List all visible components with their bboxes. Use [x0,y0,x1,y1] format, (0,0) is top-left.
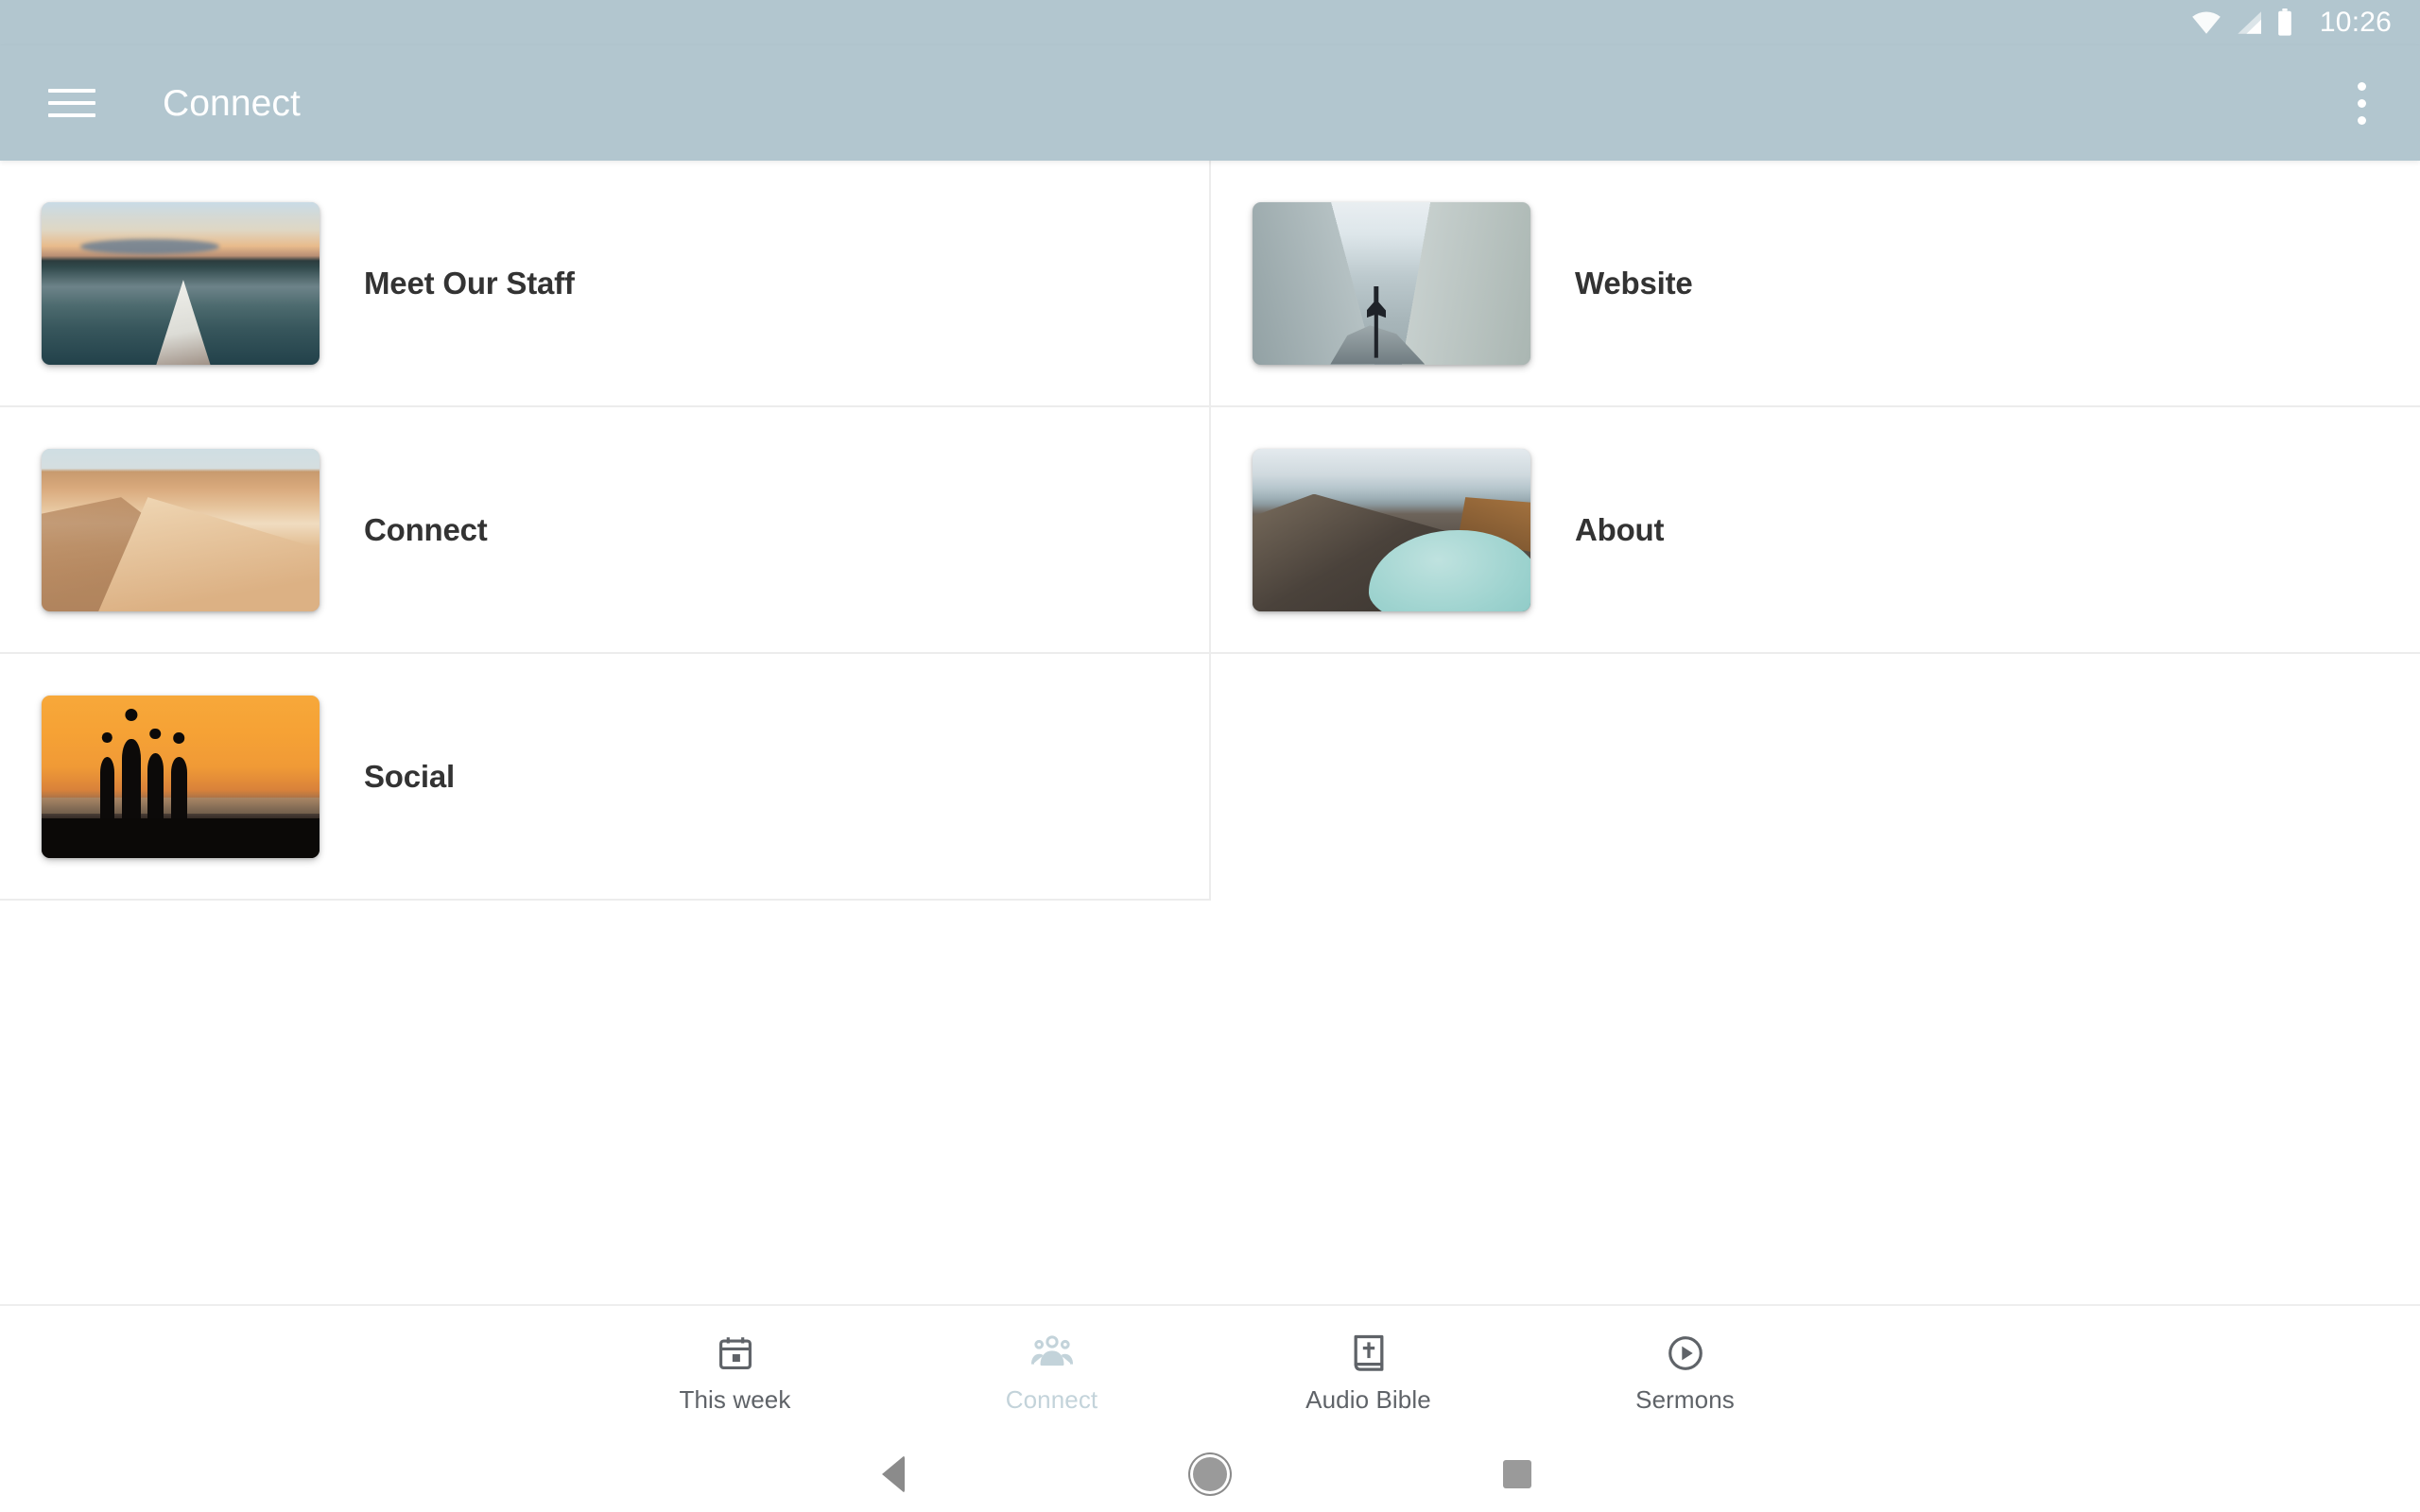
back-triangle-icon[interactable] [837,1436,950,1512]
grid-item-website[interactable]: Website [1211,161,2420,407]
play-circle-icon [1666,1331,1705,1376]
grid-item-label: Meet Our Staff [364,266,575,301]
thumbnail-kayak-on-lake-at-sunset [42,201,320,365]
hamburger-bar [48,101,95,105]
grid-item-label: Social [364,759,456,794]
hamburger-bar [48,113,95,117]
thumbnail-person-on-cliff [1253,201,1530,365]
battery-icon [2276,9,2293,37]
thumbnail-volcanic-crater-lake [1253,448,1530,611]
bottom-navigation-bar: This week Connect Audio Bible Sermons [0,1304,2420,1436]
android-system-navigation-bar [0,1436,2420,1512]
people-group-icon [1030,1331,1074,1376]
app-bar: Connect [0,45,2420,161]
tab-this-week[interactable]: This week [577,1305,893,1437]
tab-label: Sermons [1635,1385,1735,1414]
hamburger-bar [48,89,95,93]
cellular-signal-icon [2235,10,2263,35]
tab-sermons[interactable]: Sermons [1527,1305,1843,1437]
calendar-event-icon [716,1331,755,1376]
overflow-dot [2357,98,2366,108]
grid-item-meet-our-staff[interactable]: Meet Our Staff [0,161,1211,407]
tab-label: Audio Bible [1305,1385,1431,1414]
tab-label: This week [679,1385,791,1414]
grid-item-label: Connect [364,512,488,547]
status-icons: 10:26 [2191,9,2392,37]
overflow-dot [2357,81,2366,91]
thumbnail-desert-sand-dunes [42,448,320,611]
recents-glyph [1503,1460,1531,1488]
back-glyph [882,1455,905,1493]
more-vert-icon[interactable] [2335,70,2388,136]
overflow-dot [2357,115,2366,125]
status-bar: 10:26 [0,0,2420,45]
wifi-icon [2191,10,2221,35]
home-circle-icon[interactable] [1153,1436,1267,1512]
grid-item-social[interactable]: Social [0,654,1211,901]
content-area: Meet Our Staff Website Connect About Soc… [0,161,2420,1304]
page-title: Connect [163,82,301,124]
connect-grid: Meet Our Staff Website Connect About Soc… [0,161,2420,901]
tab-connect[interactable]: Connect [893,1305,1210,1437]
grid-item-connect[interactable]: Connect [0,407,1211,654]
status-bar-clock: 10:26 [2319,7,2392,38]
app-root: 10:26 Connect Meet Our Staff Website Con… [0,0,2420,1512]
bible-book-icon [1350,1331,1388,1376]
grid-item-empty [1211,654,2420,901]
recents-square-icon[interactable] [1461,1436,1574,1512]
thumbnail-people-silhouettes-at-sunset [42,695,320,858]
grid-item-label: Website [1575,266,1693,301]
tab-audio-bible[interactable]: Audio Bible [1210,1305,1527,1437]
grid-item-about[interactable]: About [1211,407,2420,654]
grid-item-label: About [1575,512,1665,547]
home-glyph [1193,1457,1227,1491]
tab-label: Connect [1005,1385,1098,1414]
hamburger-menu-icon[interactable] [45,77,98,129]
